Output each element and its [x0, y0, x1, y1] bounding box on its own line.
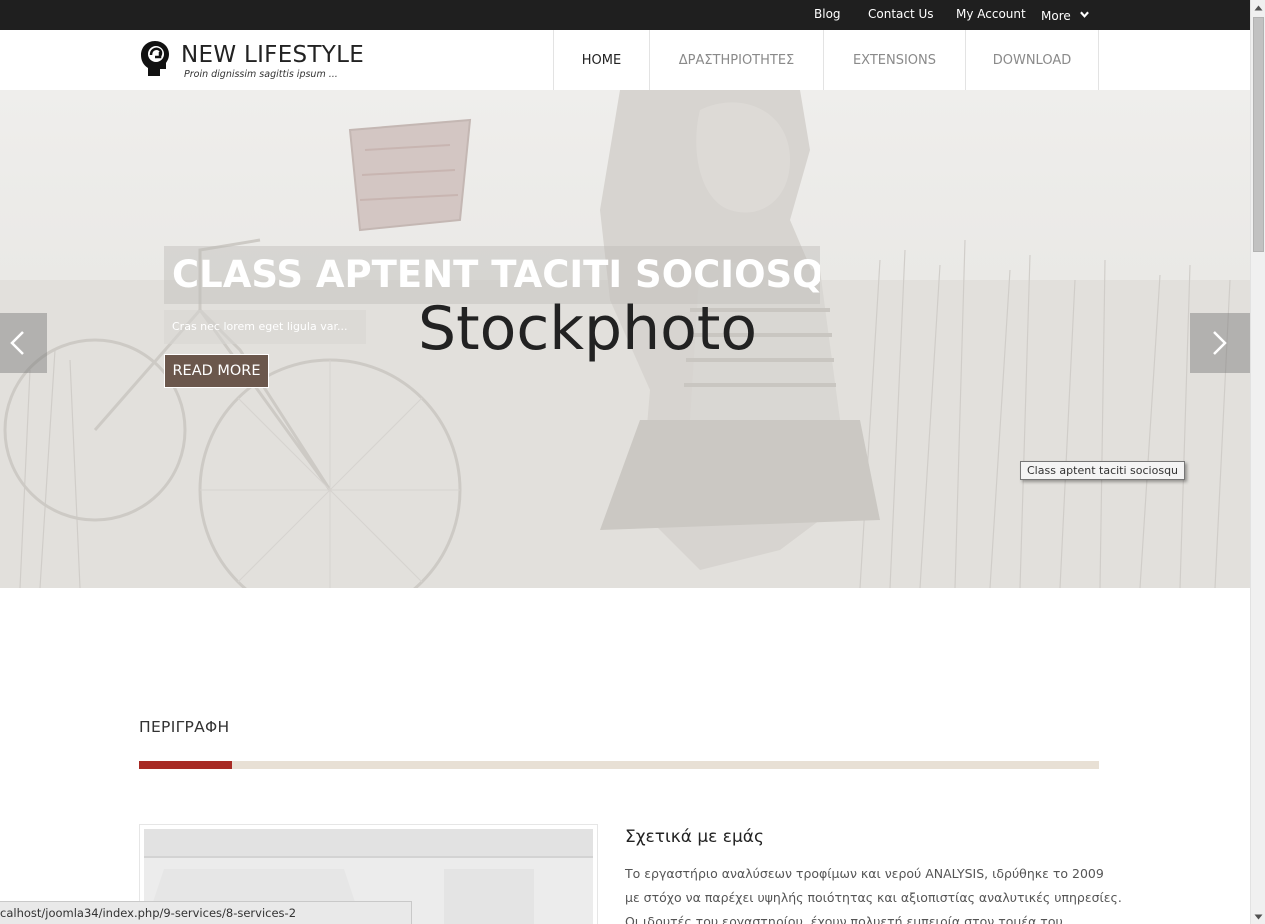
- browser-status-bar: calhost/joomla34/index.php/9-services/8-…: [0, 901, 412, 924]
- tooltip: Class aptent taciti sociosqu: [1020, 461, 1186, 480]
- page: Blog Contact Us My Account More NEW LIFE…: [0, 0, 1265, 924]
- head-silhouette-icon[interactable]: [139, 39, 171, 77]
- topbar-link-more[interactable]: More: [1041, 9, 1071, 23]
- scroll-down-button[interactable]: [1251, 909, 1265, 924]
- read-more-button[interactable]: READ MORE: [164, 354, 269, 388]
- top-bar: Blog Contact Us My Account More: [0, 0, 1250, 30]
- slider-next-button[interactable]: [1190, 313, 1250, 373]
- nav-item-activities[interactable]: ΔΡΑΣΤΗΡΙΟΤΗΤΕΣ: [650, 30, 824, 90]
- stockphoto-watermark: Stockphoto: [418, 294, 758, 364]
- nav-item-home[interactable]: HOME: [554, 30, 650, 90]
- scrollbar-thumb[interactable]: [1253, 17, 1264, 252]
- about-line: Οι ιδρυτές του εργαστηρίου, έχουν πολυετ…: [625, 914, 1063, 924]
- topbar-link-blog[interactable]: Blog: [814, 7, 841, 21]
- chevron-down-icon[interactable]: [1080, 10, 1089, 19]
- vertical-scrollbar[interactable]: [1250, 0, 1265, 924]
- arrow-up-icon: [1254, 5, 1263, 10]
- site-tagline: Proin dignissim sagittis ipsum ...: [184, 69, 338, 80]
- slide-subtitle: Cras nec lorem eget ligula var...: [164, 310, 366, 344]
- topbar-link-account[interactable]: My Account: [956, 7, 1026, 21]
- scroll-up-button[interactable]: [1251, 0, 1265, 15]
- section-divider: [139, 761, 1099, 769]
- hero-slider: CLASS APTENT TACITI SOCIOSQU Cras nec lo…: [0, 90, 1250, 588]
- section-divider-accent: [139, 761, 232, 769]
- about-line: Το εργαστήριο αναλύσεων τροφίμων και νερ…: [625, 866, 1104, 881]
- site-title[interactable]: NEW LIFESTYLE: [181, 42, 364, 68]
- chevron-left-icon: [10, 331, 24, 355]
- site-header: NEW LIFESTYLE Proin dignissim sagittis i…: [0, 30, 1250, 90]
- about-heading: Σχετικά με εμάς: [625, 827, 764, 847]
- topbar-link-contact[interactable]: Contact Us: [868, 7, 934, 21]
- chevron-right-icon: [1213, 331, 1227, 355]
- slider-prev-button[interactable]: [0, 313, 47, 373]
- main-nav: HOME ΔΡΑΣΤΗΡΙΟΤΗΤΕΣ EXTENSIONS DOWNLOAD: [553, 30, 1099, 90]
- nav-item-extensions[interactable]: EXTENSIONS: [824, 30, 966, 90]
- section-title: ΠΕΡΙΓΡΑΦΗ: [139, 718, 230, 736]
- about-text: Το εργαστήριο αναλύσεων τροφίμων και νερ…: [625, 862, 1122, 924]
- arrow-down-icon: [1254, 914, 1263, 919]
- about-line: με στόχο να παρέχει υψηλής ποιότητας και…: [625, 890, 1122, 905]
- nav-item-download[interactable]: DOWNLOAD: [966, 30, 1099, 90]
